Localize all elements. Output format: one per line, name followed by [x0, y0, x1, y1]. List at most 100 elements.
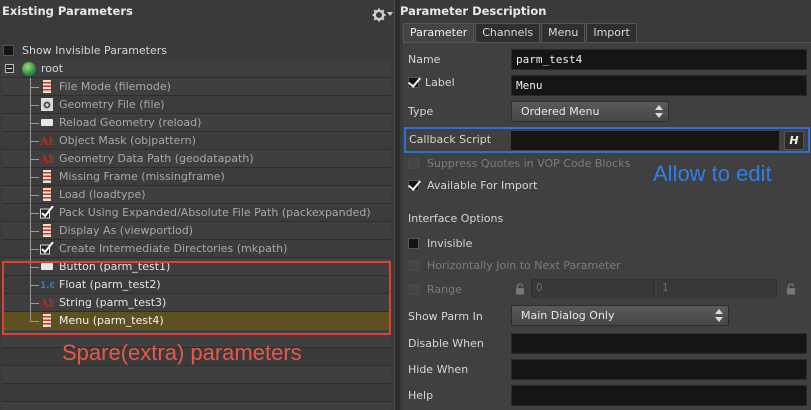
menu-icon	[40, 170, 54, 183]
tree-root-row[interactable]: root	[2, 60, 391, 78]
tree-row[interactable]: Ab Geometry Data Path (geodatapath)	[2, 150, 391, 168]
tree-row[interactable]: Pack Using Expanded/Absolute File Path (…	[2, 204, 391, 222]
chevron-down-icon[interactable]	[387, 12, 393, 16]
disable-when-label: Disable When	[408, 337, 484, 350]
allow-edit-caption: Allow to edit	[653, 161, 772, 186]
show-parm-in-label: Show Parm In	[408, 310, 483, 323]
name-label: Name	[408, 53, 441, 66]
range-row: Range	[408, 283, 462, 296]
show-invisible-label: Show Invisible Parameters	[22, 44, 168, 57]
globe-icon	[22, 62, 36, 76]
tree-root-label: root	[41, 62, 64, 75]
existing-parameters-pane: Existing Parameters Show Invisible Param…	[0, 0, 395, 410]
button-icon	[40, 116, 54, 129]
tree-row-label: Load (loadtype)	[59, 188, 146, 201]
tree-row-label: Reload Geometry (reload)	[59, 116, 202, 129]
type-dropdown[interactable]: Ordered Menu	[511, 101, 669, 122]
tab-parameter[interactable]: Parameter	[403, 23, 475, 42]
tree-row[interactable]: Load (loadtype)	[2, 186, 391, 204]
tree-row[interactable]: Missing Frame (missingframe)	[2, 168, 391, 186]
tree-connector	[30, 249, 39, 250]
tree-row[interactable]: Create Intermediate Directories (mkpath)	[2, 240, 391, 258]
tree-row-label: Object Mask (objpattern)	[59, 134, 196, 147]
tree-row[interactable]: Display As (viewportlod)	[2, 222, 391, 240]
tab-channels[interactable]: Channels	[475, 23, 541, 42]
tree-row[interactable]: Reload Geometry (reload)	[2, 114, 391, 132]
label-toggle-row: Label	[408, 76, 455, 89]
range-checkbox	[408, 284, 419, 295]
parameter-description-pane: Parameter Description Parameter Channels…	[400, 0, 811, 410]
tree-connector	[30, 123, 39, 124]
show-invisible-toggle[interactable]: Show Invisible Parameters	[3, 44, 167, 57]
tree-row[interactable]: Geometry File (file)	[2, 96, 391, 114]
toggle-icon	[40, 205, 54, 219]
help-field[interactable]	[511, 385, 807, 406]
invisible-checkbox[interactable]	[408, 238, 419, 249]
tab-import[interactable]: Import	[586, 23, 637, 42]
available-import-checkbox[interactable]	[408, 180, 419, 191]
show-invisible-checkbox[interactable]	[3, 45, 14, 56]
name-field[interactable]: parm_test4	[511, 49, 807, 70]
tree-row-label: File Mode (filemode)	[59, 80, 171, 93]
file-icon	[40, 98, 54, 111]
spare-parameters-highlight	[2, 261, 391, 335]
tree-connector	[30, 177, 39, 178]
available-import-row: Available For Import	[408, 179, 537, 192]
invisible-row: Invisible	[408, 237, 472, 250]
disable-when-field[interactable]	[511, 333, 807, 354]
callback-script-highlight: Callback Script H	[404, 127, 810, 153]
menu-icon	[40, 80, 54, 93]
tree-connector	[30, 213, 39, 214]
tree-row-label: Geometry File (file)	[59, 98, 165, 111]
callback-language-button[interactable]: H	[784, 131, 804, 150]
string-icon: Ab	[39, 152, 57, 166]
suppress-quotes-row: Suppress Quotes in VOP Code Blocks	[408, 157, 630, 170]
horiz-join-checkbox	[408, 260, 419, 271]
type-label: Type	[408, 105, 434, 118]
svg-text:Ab: Ab	[40, 135, 54, 147]
svg-text:Ab: Ab	[40, 153, 54, 165]
gear-icon[interactable]	[372, 8, 386, 22]
existing-parameters-title: Existing Parameters	[2, 4, 133, 18]
suppress-quotes-label: Suppress Quotes in VOP Code Blocks	[427, 157, 631, 170]
tree-connector	[30, 231, 39, 232]
invisible-label: Invisible	[427, 237, 473, 250]
available-import-label: Available For Import	[427, 179, 538, 192]
label-label: Label	[425, 76, 455, 89]
tree-row-label: Missing Frame (missingframe)	[59, 170, 225, 183]
tree-row-label: Geometry Data Path (geodatapath)	[59, 152, 254, 165]
tree-connector	[30, 87, 39, 88]
show-parm-in-value: Main Dialog Only	[521, 309, 615, 322]
tree-row[interactable]: File Mode (filemode)	[2, 78, 391, 96]
interface-options-heading: Interface Options	[408, 212, 504, 225]
tree-connector	[30, 195, 39, 196]
callback-script-label: Callback Script	[409, 133, 492, 146]
tree-connector	[30, 159, 39, 160]
tree-row-label: Create Intermediate Directories (mkpath)	[59, 242, 288, 255]
tree-row-label: Pack Using Expanded/Absolute File Path (…	[59, 206, 371, 219]
tree-row[interactable]: Ab Object Mask (objpattern)	[2, 132, 391, 150]
show-parm-in-dropdown[interactable]: Main Dialog Only	[511, 305, 729, 326]
lock-icon	[516, 283, 524, 295]
toggle-icon	[40, 241, 54, 255]
horiz-join-label: Horizontally Join to Next Parameter	[427, 259, 621, 272]
hide-when-label: Hide When	[408, 363, 469, 376]
parameter-description-title: Parameter Description	[400, 4, 547, 18]
label-field[interactable]: Menu	[511, 75, 807, 96]
tree-connector	[30, 141, 39, 142]
parameter-tab-panel: Name parm_test4 Label Menu Type Ordered …	[403, 42, 811, 410]
collapse-icon[interactable]	[5, 64, 14, 73]
horiz-join-row: Horizontally Join to Next Parameter	[408, 259, 621, 272]
tree-connector	[30, 105, 39, 106]
label-checkbox[interactable]	[408, 77, 419, 88]
help-label: Help	[408, 389, 434, 402]
string-icon: Ab	[39, 134, 57, 148]
type-dropdown-value: Ordered Menu	[521, 105, 600, 118]
menu-icon	[40, 188, 54, 201]
tab-menu[interactable]: Menu	[541, 23, 586, 42]
range-min-field: 0	[531, 279, 655, 298]
spare-parameters-caption: Spare(extra) parameters	[62, 340, 302, 365]
suppress-quotes-checkbox	[408, 158, 419, 169]
hide-when-field[interactable]	[511, 359, 807, 380]
callback-script-field[interactable]	[511, 131, 779, 150]
